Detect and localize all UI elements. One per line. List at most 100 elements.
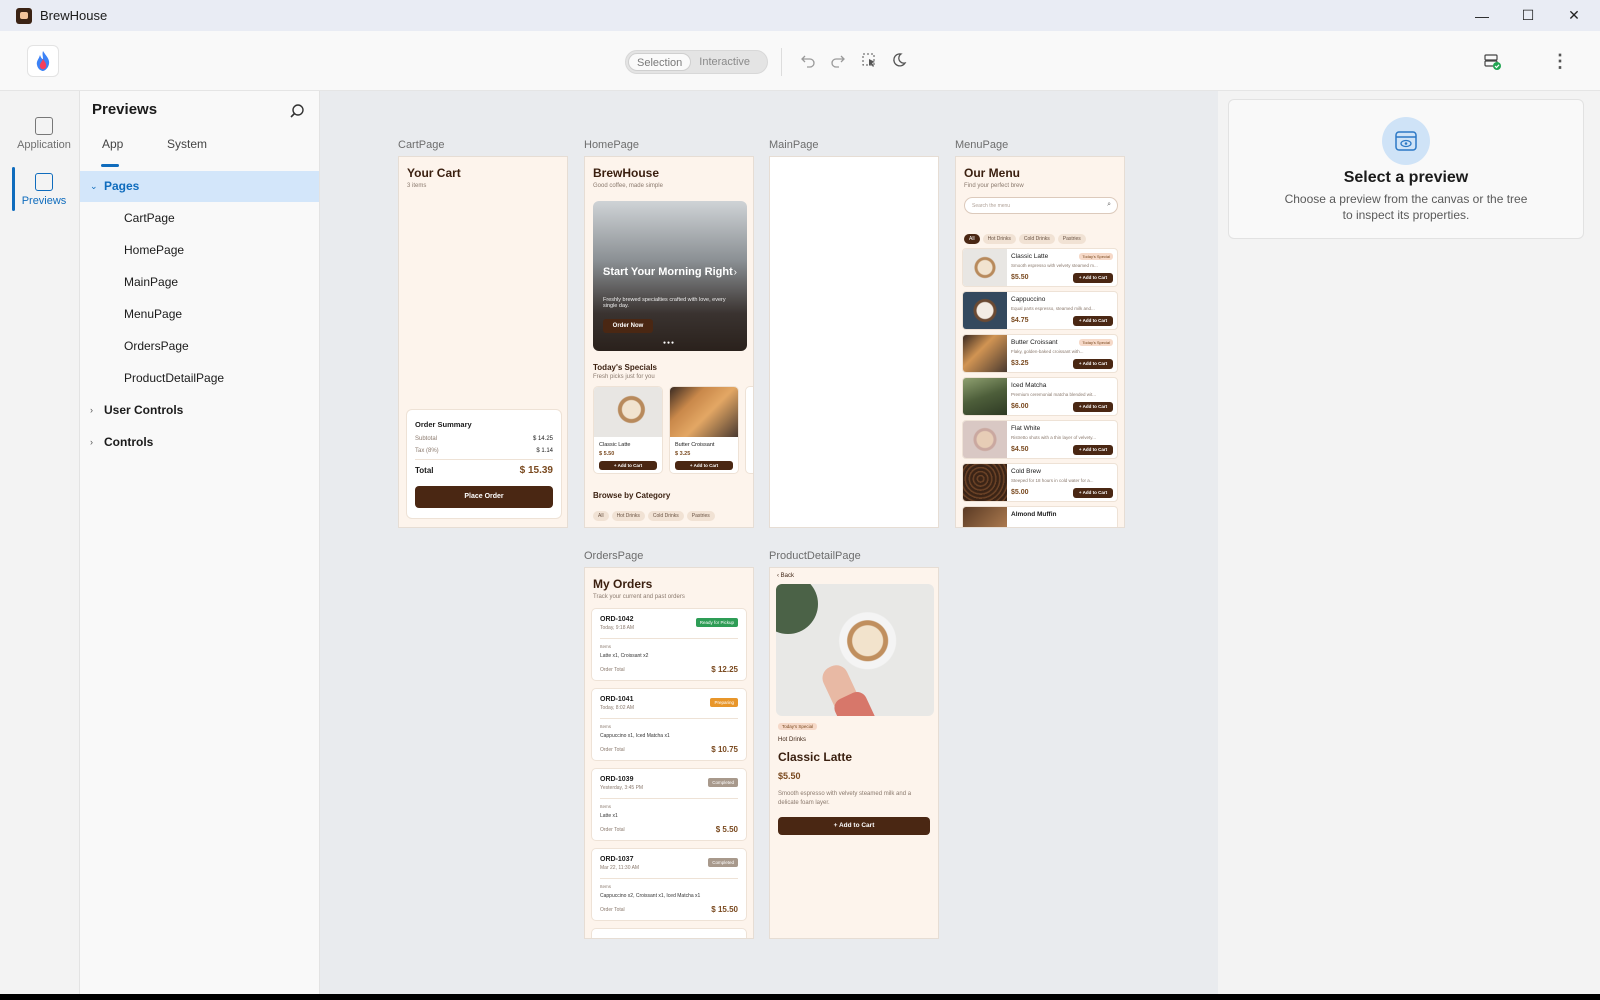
preview-menupage[interactable]: Our Menu Find your perfect brew Search t… [955, 156, 1125, 528]
items-label: Items [600, 724, 612, 729]
category-chip[interactable]: Cold Drinks [647, 511, 684, 521]
mode-selection[interactable]: Selection [628, 53, 692, 71]
special-card[interactable]: Classic Latte $ 5.50 + Add to Cart [593, 386, 663, 474]
filter-chip-active[interactable]: All [964, 234, 980, 244]
add-to-cart-button[interactable]: + Add to Cart [599, 461, 657, 470]
cart-count: 3 items [407, 183, 427, 189]
item-price: $5.50 [1011, 274, 1029, 281]
close-button[interactable]: ✕ [1551, 0, 1597, 31]
hero-text: Freshly brewed specialties crafted with … [603, 297, 726, 309]
order-card[interactable]: ORD-1042 Today, 9:18 AM Ready for Pickup… [591, 608, 747, 681]
preview-homepage[interactable]: BrewHouse Good coffee, made simple Start… [584, 156, 754, 528]
preview-orderspage[interactable]: My Orders Track your current and past or… [584, 567, 754, 939]
order-now-button[interactable]: Order Now [603, 319, 653, 333]
undo-icon[interactable] [799, 52, 817, 70]
minimize-button[interactable]: — [1459, 0, 1505, 31]
special-card[interactable]: Butter Croissant $ 3.25 + Add to Cart [669, 386, 739, 474]
order-card[interactable]: ORD-1039 Yesterday, 3:45 PM Completed It… [591, 768, 747, 841]
order-divider [600, 798, 738, 799]
preview-eye-icon [35, 173, 53, 191]
redo-icon[interactable] [829, 52, 847, 70]
specials-subtitle: Fresh picks just for you [593, 374, 655, 380]
tree-item-productdetailpage[interactable]: ProductDetailPage [80, 363, 319, 394]
tree-item-menupage[interactable]: MenuPage [80, 299, 319, 330]
tree-item-mainpage[interactable]: MainPage [80, 267, 319, 298]
menu-item[interactable]: Cappuccino Equal parts espresso, steamed… [962, 291, 1118, 330]
category-chip[interactable]: Hot Drinks [611, 511, 645, 521]
summary-divider [415, 459, 553, 460]
carousel-next-icon[interactable]: › [734, 267, 737, 278]
category-chip[interactable]: All [593, 511, 609, 521]
menu-item[interactable]: Cold Brew Steeped for 18 hours in cold w… [962, 463, 1118, 502]
status-badge: Ready for Pickup [695, 618, 738, 627]
special-price: $ 5.50 [599, 451, 615, 457]
rail-previews[interactable]: Previews [12, 169, 76, 217]
flame-logo-icon[interactable] [27, 45, 59, 77]
item-price: $6.00 [1011, 403, 1029, 410]
order-card[interactable]: ORD-1041 Today, 8:02 AM Preparing Items … [591, 688, 747, 761]
theme-toggle-icon[interactable] [890, 52, 908, 70]
summary-title: Order Summary [415, 420, 472, 429]
rail-previews-label: Previews [21, 195, 67, 207]
mode-interactive[interactable]: Interactive [691, 53, 758, 71]
item-description: Smooth espresso with velvety steamed m..… [1011, 263, 1098, 268]
preview-mainpage[interactable] [769, 156, 939, 528]
menu-item[interactable]: Classic Latte Today's Special Smooth esp… [962, 248, 1118, 287]
product-name: Classic Latte [778, 750, 853, 764]
filter-chip[interactable]: Hot Drinks [982, 234, 1016, 244]
tree-item-homepage[interactable]: HomePage [80, 235, 319, 266]
menu-title: Our Menu [964, 166, 1020, 180]
menu-search-input[interactable]: Search the menu ⌕ [964, 197, 1118, 214]
more-options-icon[interactable]: ⋮ [1551, 52, 1569, 70]
add-to-cart-button[interactable]: + Add to Cart [1073, 359, 1113, 369]
leaf-shape [776, 584, 818, 634]
filter-chip[interactable]: Cold Drinks [1018, 234, 1055, 244]
tree-node-user-controls[interactable]: › User Controls [80, 395, 319, 426]
menu-item[interactable]: Flat White Ristretto shots with a thin l… [962, 420, 1118, 459]
back-button[interactable]: ‹ Back [777, 573, 794, 579]
tab-app[interactable]: App [102, 137, 123, 151]
server-status-icon[interactable] [1483, 52, 1501, 70]
tree-node-controls[interactable]: › Controls [80, 427, 319, 458]
menu-item[interactable]: Butter Croissant Today's Special Flaky, … [962, 334, 1118, 373]
item-thumbnail [963, 421, 1007, 458]
preview-cartpage[interactable]: Your Cart 3 items Order Summary Subtotal… [398, 156, 568, 528]
hero-banner[interactable]: Start Your Morning Right Freshly brewed … [593, 201, 747, 351]
order-card-partial [591, 928, 747, 938]
category-chip[interactable]: Pastries [686, 511, 715, 521]
carousel-prev-icon[interactable]: ‹ [603, 267, 606, 278]
add-to-cart-button[interactable]: + Add to Cart [778, 817, 930, 835]
select-element-icon[interactable] [860, 52, 878, 70]
preview-label-menu: MenuPage [955, 139, 1009, 151]
menu-item[interactable]: Iced Matcha Premium ceremonial matcha bl… [962, 377, 1118, 416]
add-to-cart-button[interactable]: + Add to Cart [1073, 445, 1113, 455]
item-description: Flaky, golden-baked croissant with... [1011, 349, 1084, 354]
tree-item-cartpage[interactable]: CartPage [80, 203, 319, 234]
preview-productdetailpage[interactable]: ‹ Back Today's Special Hot Drinks Classi… [769, 567, 939, 939]
add-to-cart-button[interactable]: + Add to Cart [1073, 488, 1113, 498]
rail-application[interactable]: Application [12, 113, 76, 161]
add-to-cart-button[interactable]: + Add to Cart [1073, 402, 1113, 412]
todays-special-badge: Today's Special [778, 723, 818, 730]
place-order-button[interactable]: Place Order [415, 486, 553, 508]
preview-canvas[interactable]: CartPage Your Cart 3 items Order Summary… [320, 91, 1218, 994]
add-to-cart-button[interactable]: + Add to Cart [1073, 273, 1113, 283]
order-summary-card: Order Summary Subtotal $ 14.25 Tax (8%) … [406, 409, 562, 519]
tab-system[interactable]: System [167, 137, 207, 151]
order-divider [600, 638, 738, 639]
add-to-cart-button[interactable]: + Add to Cart [675, 461, 733, 470]
menu-item-partial[interactable]: Almond Muffin [962, 506, 1118, 527]
subtotal-value: $ 14.25 [532, 436, 553, 442]
add-to-cart-button[interactable]: + Add to Cart [1073, 316, 1113, 326]
maximize-button[interactable]: ☐ [1505, 0, 1551, 31]
tree-item-orderspage[interactable]: OrdersPage [80, 331, 319, 362]
order-card[interactable]: ORD-1037 Mar 22, 11:30 AM Completed Item… [591, 848, 747, 921]
mode-switch[interactable]: Selection Interactive [625, 50, 768, 74]
search-icon[interactable] [289, 103, 305, 119]
item-description: Equal parts espresso, steamed milk and..… [1011, 306, 1095, 311]
filter-chip[interactable]: Pastries [1057, 234, 1086, 244]
item-description: Ristretto shots with a thin layer of vel… [1011, 435, 1096, 440]
tree-node-pages[interactable]: ⌄ Pages [80, 171, 319, 202]
carousel-dots[interactable]: ●●● [663, 340, 675, 346]
tree-item-label: MainPage [124, 275, 179, 289]
